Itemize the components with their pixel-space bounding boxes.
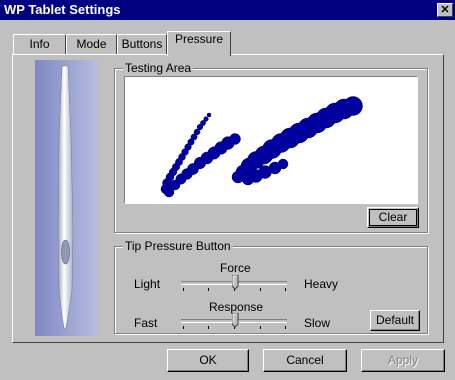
force-slider[interactable] (181, 274, 287, 292)
tab-buttons-label: Buttons (121, 37, 163, 51)
apply-button[interactable]: Apply (361, 349, 445, 372)
response-min-label: Fast (134, 316, 158, 330)
ok-button[interactable]: OK (167, 349, 249, 372)
tab-info[interactable]: Info (13, 34, 66, 54)
clear-button[interactable]: Clear (367, 207, 419, 228)
cancel-button-label: Cancel (286, 353, 324, 367)
title-bar: WP Tablet Settings ✕ (0, 0, 455, 20)
response-tick (183, 326, 184, 329)
apply-button-label: Apply (387, 353, 419, 367)
tab-mode-label: Mode (76, 37, 107, 51)
close-button[interactable]: ✕ (437, 3, 453, 17)
tab-pressure-label: Pressure (174, 32, 224, 46)
default-button-label: Default (375, 313, 415, 327)
response-tick (260, 326, 261, 329)
close-icon: ✕ (440, 4, 450, 16)
response-tick (208, 326, 209, 329)
force-tick (208, 288, 209, 291)
force-max-label: Heavy (304, 277, 339, 291)
response-max-label: Slow (304, 316, 331, 330)
testing-area-label: Testing Area (123, 61, 194, 75)
response-title: Response (209, 300, 264, 314)
window-title: WP Tablet Settings (4, 2, 121, 17)
ok-button-label: OK (199, 353, 217, 367)
clear-button-label: Clear (378, 210, 408, 224)
force-title: Force (220, 261, 251, 275)
tab-buttons[interactable]: Buttons (117, 34, 167, 54)
force-tick (260, 288, 261, 291)
default-button[interactable]: Default (370, 310, 420, 331)
force-min-label: Light (134, 277, 161, 291)
tab-mode[interactable]: Mode (66, 34, 117, 54)
response-slider[interactable] (181, 312, 287, 330)
tab-info-label: Info (29, 37, 50, 51)
response-slider-thumb[interactable] (231, 312, 239, 328)
tab-pressure[interactable]: Pressure (167, 31, 231, 56)
force-slider-thumb[interactable] (231, 274, 239, 290)
testing-canvas[interactable] (124, 76, 418, 204)
force-tick (285, 288, 286, 291)
pen-stroke-drawing (160, 96, 363, 198)
pen-image (35, 60, 98, 336)
cancel-button[interactable]: Cancel (263, 349, 347, 372)
tip-pressure-label: Tip Pressure Button (123, 239, 233, 253)
force-tick (183, 288, 184, 291)
response-tick (285, 326, 286, 329)
